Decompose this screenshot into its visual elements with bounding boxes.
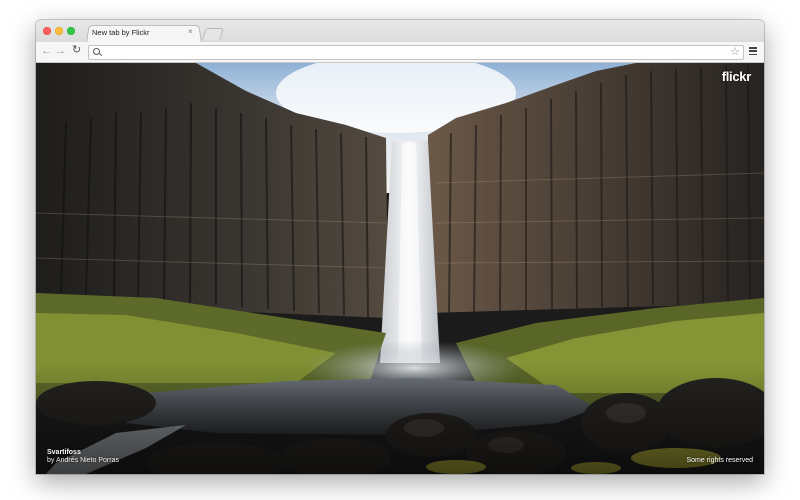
toolbar: ← → ↻ ☆ <box>36 42 764 63</box>
close-icon[interactable]: × <box>188 27 193 36</box>
new-tab-page: flickr Svartifoss by Andrés Nieto Porras… <box>36 63 764 474</box>
photo-credit[interactable]: Svartifoss by Andrés Nieto Porras <box>47 449 119 465</box>
tab-strip: New tab by Flickr × <box>36 20 764 43</box>
rights-link[interactable]: Some rights reserved <box>686 457 753 464</box>
photo-author[interactable]: by Andrés Nieto Porras <box>47 457 119 465</box>
omnibox[interactable]: ☆ <box>88 45 744 60</box>
background-photo <box>36 63 764 474</box>
address-input[interactable] <box>105 46 715 59</box>
star-icon[interactable]: ☆ <box>730 45 740 58</box>
window-close-button[interactable] <box>43 27 51 35</box>
browser-window: New tab by Flickr × ← → ↻ ☆ flickr Svart… <box>36 20 764 474</box>
search-icon <box>93 48 100 55</box>
new-tab-button[interactable] <box>202 28 224 40</box>
menu-icon[interactable] <box>749 47 757 57</box>
reload-icon[interactable]: ↻ <box>72 44 81 56</box>
window-minimize-button[interactable] <box>55 27 63 35</box>
forward-arrow-icon[interactable]: → <box>55 45 66 57</box>
tab-title: New tab by Flickr <box>92 28 150 37</box>
window-zoom-button[interactable] <box>67 27 75 35</box>
flickr-logo[interactable]: flickr <box>722 69 752 84</box>
back-arrow-icon[interactable]: ← <box>41 45 52 57</box>
photo-title[interactable]: Svartifoss <box>47 449 119 457</box>
